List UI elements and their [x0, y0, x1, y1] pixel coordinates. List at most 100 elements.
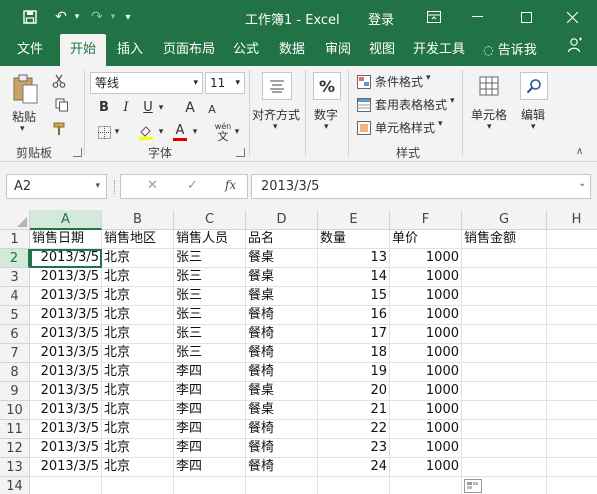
table-cell[interactable]: 2013/3/5 [30, 306, 102, 325]
table-cell[interactable]: 北京 [102, 306, 174, 325]
conditional-formatting-icon[interactable] [356, 74, 372, 90]
table-cell[interactable] [547, 268, 597, 287]
paste-label[interactable]: 粘贴 [12, 108, 36, 125]
table-cell[interactable]: 餐桌 [246, 249, 318, 268]
table-cell[interactable] [462, 268, 547, 287]
table-cell[interactable]: 2013/3/5 [30, 420, 102, 439]
tab-page-layout[interactable]: 页面布局 [158, 34, 220, 66]
table-cell[interactable] [547, 287, 597, 306]
table-cell[interactable]: 19 [318, 363, 390, 382]
header-cell[interactable]: 销售地区 [102, 230, 174, 249]
table-cell[interactable]: 北京 [102, 363, 174, 382]
tab-formulas[interactable]: 公式 [226, 34, 266, 66]
table-cell[interactable]: 1000 [390, 439, 462, 458]
table-cell[interactable]: 22 [318, 420, 390, 439]
table-cell[interactable] [246, 477, 318, 494]
phonetic-dropdown-icon[interactable]: ▾ [232, 122, 242, 142]
table-cell[interactable]: 张三 [174, 325, 246, 344]
shrink-font-button[interactable]: A [202, 100, 222, 120]
bold-button[interactable]: B [94, 98, 114, 118]
table-cell[interactable] [547, 306, 597, 325]
column-header-f[interactable]: F [390, 210, 462, 230]
column-header-e[interactable]: E [318, 210, 390, 230]
row-header-8[interactable]: 8 [0, 363, 30, 382]
header-cell[interactable] [547, 230, 597, 249]
table-cell[interactable]: 李四 [174, 401, 246, 420]
undo-dropdown-icon[interactable]: ▾ [72, 0, 82, 34]
table-cell[interactable]: 餐椅 [246, 344, 318, 363]
minimize-icon[interactable] [463, 0, 491, 34]
maximize-icon[interactable] [512, 0, 540, 34]
ribbon-display-options-icon[interactable] [422, 0, 446, 34]
table-cell[interactable] [462, 344, 547, 363]
tab-insert[interactable]: 插入 [110, 34, 150, 66]
table-cell[interactable] [462, 382, 547, 401]
borders-icon[interactable] [94, 122, 114, 142]
table-cell[interactable]: 北京 [102, 439, 174, 458]
insert-function-icon[interactable]: fx [225, 178, 236, 192]
column-header-a[interactable]: A [30, 210, 102, 230]
number-dropdown-icon[interactable]: ▾ [324, 122, 329, 132]
table-cell[interactable]: 15 [318, 287, 390, 306]
table-cell[interactable]: 1000 [390, 458, 462, 477]
table-cell[interactable]: 1000 [390, 363, 462, 382]
tab-tell-me[interactable]: ◌ 告诉我 [478, 34, 542, 66]
underline-button[interactable]: U [138, 98, 158, 118]
table-cell[interactable] [462, 306, 547, 325]
table-cell[interactable]: 2013/3/5 [30, 287, 102, 306]
table-cell[interactable]: 北京 [102, 344, 174, 363]
italic-button[interactable]: I [116, 98, 136, 118]
row-header-12[interactable]: 12 [0, 439, 30, 458]
select-all-corner[interactable] [0, 210, 30, 230]
header-cell[interactable]: 销售人员 [174, 230, 246, 249]
table-cell[interactable] [547, 249, 597, 268]
table-cell[interactable]: 北京 [102, 401, 174, 420]
grow-font-button[interactable]: A [180, 98, 200, 118]
tab-data[interactable]: 数据 [272, 34, 312, 66]
table-cell[interactable]: 餐桌 [246, 287, 318, 306]
table-cell[interactable] [174, 477, 246, 494]
table-cell[interactable]: 23 [318, 439, 390, 458]
formula-input[interactable]: 2013/3/5 [251, 174, 591, 199]
table-cell[interactable] [547, 344, 597, 363]
table-cell[interactable]: 餐椅 [246, 420, 318, 439]
conditional-formatting-label[interactable]: 条件格式 [375, 73, 423, 90]
cells-dropdown-icon[interactable]: ▾ [487, 122, 492, 132]
row-header-10[interactable]: 10 [0, 401, 30, 420]
table-cell[interactable]: 李四 [174, 458, 246, 477]
table-cell[interactable]: 餐桌 [246, 382, 318, 401]
expand-formula-bar-icon[interactable]: ⌄ [578, 178, 586, 189]
table-cell[interactable]: 张三 [174, 287, 246, 306]
table-cell[interactable]: 13 [318, 249, 390, 268]
table-cell[interactable]: 北京 [102, 325, 174, 344]
customize-toolbar-icon[interactable]: ▾ [120, 0, 136, 34]
format-as-table-label[interactable]: 套用表格格式 [375, 96, 447, 113]
font-color-dropdown-icon[interactable]: ▾ [190, 122, 200, 142]
table-cell[interactable]: 餐桌 [246, 401, 318, 420]
conditional-formatting-dropdown-icon[interactable]: ▾ [426, 73, 431, 83]
table-cell[interactable]: 北京 [102, 287, 174, 306]
fill-color-icon[interactable] [136, 122, 156, 142]
row-header-7[interactable]: 7 [0, 344, 30, 363]
table-cell[interactable]: 北京 [102, 458, 174, 477]
paste-dropdown-icon[interactable]: ▾ [20, 124, 25, 134]
table-cell[interactable]: 2013/3/5 [30, 325, 102, 344]
tab-developer[interactable]: 开发工具 [408, 34, 470, 66]
table-cell[interactable]: 1000 [390, 249, 462, 268]
table-cell[interactable] [102, 477, 174, 494]
table-cell[interactable]: 北京 [102, 420, 174, 439]
table-cell[interactable] [462, 363, 547, 382]
table-cell[interactable]: 1000 [390, 325, 462, 344]
login-link[interactable]: 登录 [368, 9, 394, 28]
column-header-g[interactable]: G [462, 210, 547, 230]
table-cell[interactable]: 1000 [390, 344, 462, 363]
column-header-c[interactable]: C [174, 210, 246, 230]
font-color-icon[interactable]: A [170, 121, 190, 143]
close-icon[interactable] [558, 0, 586, 34]
cell-styles-dropdown-icon[interactable]: ▾ [438, 119, 443, 129]
table-cell[interactable]: 18 [318, 344, 390, 363]
alignment-label[interactable]: 对齐方式 [252, 106, 300, 123]
table-cell[interactable] [547, 458, 597, 477]
table-cell[interactable]: 李四 [174, 382, 246, 401]
table-cell[interactable]: 张三 [174, 249, 246, 268]
